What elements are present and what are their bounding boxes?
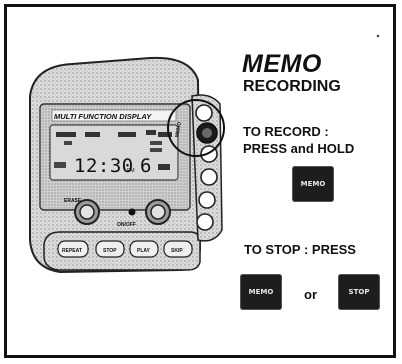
lcd-time: 12:30 xyxy=(74,155,134,177)
skip-label: SKIP xyxy=(171,248,183,254)
memo-button-record[interactable]: MEMO xyxy=(292,166,334,202)
erase-label: ERASE xyxy=(64,198,82,204)
record-instruction: TO RECORD : PRESS and HOLD xyxy=(243,123,354,157)
memo-indicator-dot xyxy=(128,208,136,216)
stop-button[interactable]: STOP xyxy=(338,274,380,310)
stop-button-label: STOP xyxy=(348,288,370,296)
lcd-number: 6 xyxy=(140,155,151,177)
display-title: MULTI FUNCTION DISPLAY xyxy=(54,112,152,121)
memo-button-stop[interactable]: MEMO xyxy=(240,274,282,310)
onoff-label: ON/OFF xyxy=(117,222,136,228)
or-separator: or xyxy=(304,287,317,302)
memo-button-label: MEMO xyxy=(300,180,326,188)
memo-button-stop-label: MEMO xyxy=(248,288,274,296)
record-instruction-line2: PRESS and HOLD xyxy=(243,141,355,156)
play-label: PLAY xyxy=(137,248,151,254)
record-instruction-line1: TO RECORD : xyxy=(243,124,329,139)
stop-label-device: STOP xyxy=(103,248,117,254)
repeat-label: REPEAT xyxy=(62,248,82,254)
lcd-time-suffix: PM xyxy=(127,168,135,174)
stop-instruction: TO STOP : PRESS xyxy=(244,242,356,257)
page-title: MEMO xyxy=(242,50,322,78)
page-subtitle: RECORDING xyxy=(243,78,341,95)
